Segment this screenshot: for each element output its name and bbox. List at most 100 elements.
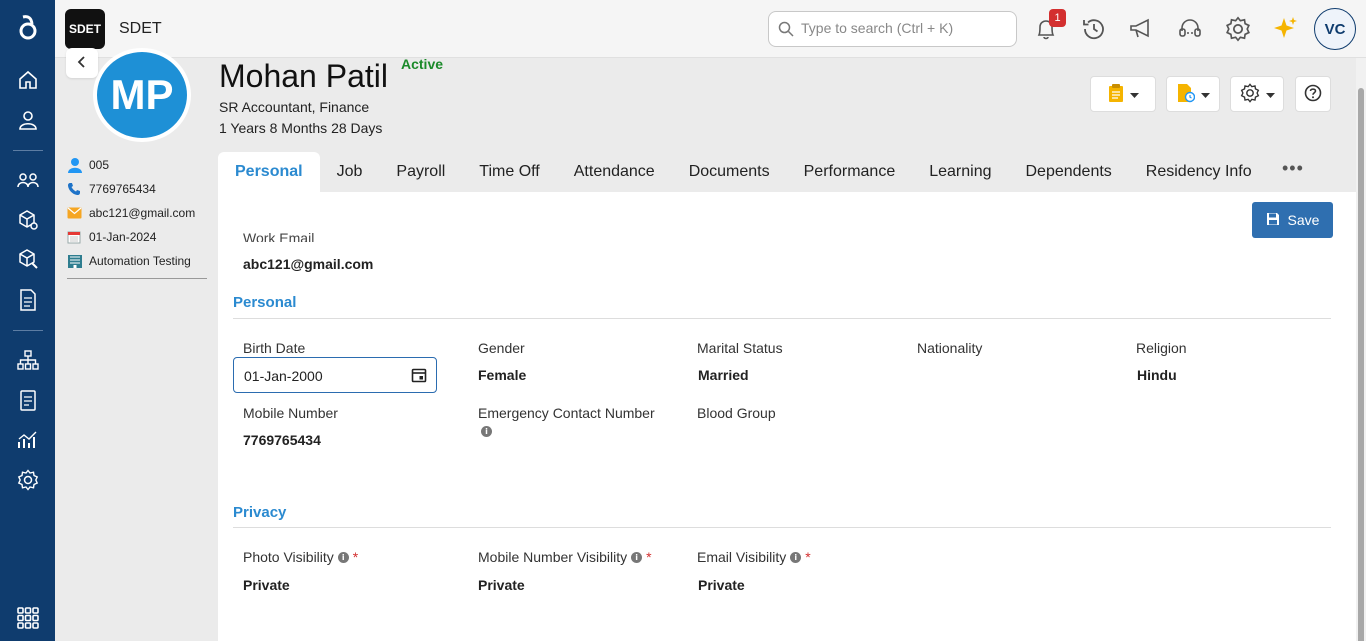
mobile-visibility-label-group: Mobile Number Visibility i * xyxy=(478,549,652,565)
sparkle-icon[interactable] xyxy=(1271,14,1301,44)
tab-learning[interactable]: Learning xyxy=(912,152,1008,192)
search-box[interactable] xyxy=(768,11,1017,47)
required-mark: * xyxy=(352,549,359,565)
search-icon xyxy=(778,21,794,40)
info-icon[interactable]: i xyxy=(631,551,643,563)
email-visibility-label: Email Visibility xyxy=(697,549,787,565)
caret-down-icon xyxy=(1129,86,1139,102)
notification-badge: 1 xyxy=(1049,9,1066,27)
employee-email-row: abc121@gmail.com xyxy=(67,201,207,225)
info-icon[interactable]: i xyxy=(337,551,349,563)
employee-join-row: 01-Jan-2024 xyxy=(67,225,207,249)
save-button[interactable]: Save xyxy=(1252,202,1333,238)
more-tabs-button[interactable]: ••• xyxy=(1282,158,1304,179)
box-settings-icon[interactable] xyxy=(15,207,41,233)
blood-group-label: Blood Group xyxy=(697,405,776,421)
marital-status-value: Married xyxy=(698,367,749,383)
status-badge: Active xyxy=(401,56,444,72)
team-icon[interactable] xyxy=(15,167,41,193)
brand-name: SDET xyxy=(119,20,162,37)
tab-dependents[interactable]: Dependents xyxy=(1009,152,1129,192)
box-tools-icon[interactable] xyxy=(15,246,41,272)
employee-info-list: 005 7769765434 abc121@gmail.com 01-Jan-2… xyxy=(67,153,207,273)
envelope-icon xyxy=(67,207,89,219)
app-logo-icon[interactable] xyxy=(15,14,41,40)
gender-label: Gender xyxy=(478,340,525,356)
tab-performance[interactable]: Performance xyxy=(787,152,913,192)
employee-phone: 7769765434 xyxy=(89,182,156,196)
left-nav-rail xyxy=(0,0,55,641)
religion-label: Religion xyxy=(1136,340,1187,356)
nationality-label: Nationality xyxy=(917,340,983,356)
document-clock-icon xyxy=(1177,83,1195,106)
employee-department: Automation Testing xyxy=(89,254,191,268)
caret-down-icon xyxy=(1200,86,1210,102)
help-icon xyxy=(1304,84,1322,105)
tab-documents[interactable]: Documents xyxy=(672,152,787,192)
employee-id: 005 xyxy=(89,158,110,172)
required-mark: * xyxy=(646,549,652,565)
employee-email: abc121@gmail.com xyxy=(89,206,196,220)
document-icon[interactable] xyxy=(15,287,41,313)
tab-job[interactable]: Job xyxy=(320,152,380,192)
headset-icon[interactable] xyxy=(1175,14,1205,44)
scrollbar-thumb[interactable] xyxy=(1358,88,1364,641)
employee-dept-row: Automation Testing xyxy=(67,249,207,273)
report-icon[interactable] xyxy=(15,387,41,413)
help-button[interactable] xyxy=(1295,76,1331,112)
profile-avatar: MP xyxy=(93,48,191,142)
document-menu-button[interactable] xyxy=(1166,76,1220,112)
mobile-visibility-label: Mobile Number Visibility xyxy=(478,549,628,565)
top-bar: SDET SDET 1 VC xyxy=(55,0,1366,58)
home-icon[interactable] xyxy=(15,67,41,93)
tab-residency-info[interactable]: Residency Info xyxy=(1129,152,1269,192)
history-icon[interactable] xyxy=(1079,14,1109,44)
save-label: Save xyxy=(1287,212,1320,228)
emergency-contact-label: Emergency Contact Number xyxy=(478,405,655,421)
birth-date-value: 01-Jan-2000 xyxy=(244,368,323,384)
employee-title: SR Accountant, Finance xyxy=(219,99,370,115)
personal-section-title: Personal xyxy=(233,294,297,311)
apps-grid-icon[interactable] xyxy=(15,605,41,631)
tab-time-off[interactable]: Time Off xyxy=(462,152,556,192)
employee-tenure: 1 Years 8 Months 28 Days xyxy=(219,120,383,136)
gender-value: Female xyxy=(478,367,527,383)
photo-visibility-label-group: Photo Visibility i * xyxy=(243,549,358,565)
gear-icon xyxy=(1240,82,1260,106)
privacy-section-title: Privacy xyxy=(233,504,287,521)
clipboard-menu-button[interactable] xyxy=(1090,76,1156,112)
megaphone-icon[interactable] xyxy=(1126,14,1156,44)
mobile-visibility-value: Private xyxy=(478,577,525,593)
info-icon[interactable]: i xyxy=(481,426,492,437)
info-icon[interactable]: i xyxy=(790,551,802,563)
email-visibility-label-group: Email Visibility i * xyxy=(697,549,811,565)
section-divider xyxy=(233,527,1331,528)
back-button[interactable] xyxy=(66,48,98,78)
religion-value: Hindu xyxy=(1137,367,1177,383)
tab-payroll[interactable]: Payroll xyxy=(379,152,462,192)
calendar-icon[interactable] xyxy=(411,367,427,386)
mobile-number-label: Mobile Number xyxy=(243,405,338,421)
settings-menu-button[interactable] xyxy=(1230,76,1284,112)
personal-panel: Save Work Email abc121@gmail.com Persona… xyxy=(218,192,1356,641)
employee-id-row: 005 xyxy=(67,153,207,177)
birth-date-input[interactable]: 01-Jan-2000 xyxy=(233,357,437,393)
employee-phone-row: 7769765434 xyxy=(67,177,207,201)
person-icon xyxy=(67,157,89,173)
employee-icon[interactable] xyxy=(15,107,41,133)
settings-icon[interactable] xyxy=(15,467,41,493)
org-chart-icon[interactable] xyxy=(15,347,41,373)
mobile-number-value: 7769765434 xyxy=(243,432,321,448)
tab-attendance[interactable]: Attendance xyxy=(557,152,672,192)
gear-icon[interactable] xyxy=(1223,14,1253,44)
brand-logo[interactable]: SDET xyxy=(65,9,105,49)
page-scrollbar[interactable] xyxy=(1356,58,1366,641)
birth-date-label: Birth Date xyxy=(243,340,306,356)
tab-personal[interactable]: Personal xyxy=(218,152,320,192)
user-avatar[interactable]: VC xyxy=(1314,8,1356,50)
analytics-icon[interactable] xyxy=(15,427,41,453)
photo-visibility-value: Private xyxy=(243,577,290,593)
work-email-label: Work Email xyxy=(243,230,315,242)
search-input[interactable] xyxy=(801,20,1006,36)
floppy-icon xyxy=(1266,212,1280,229)
